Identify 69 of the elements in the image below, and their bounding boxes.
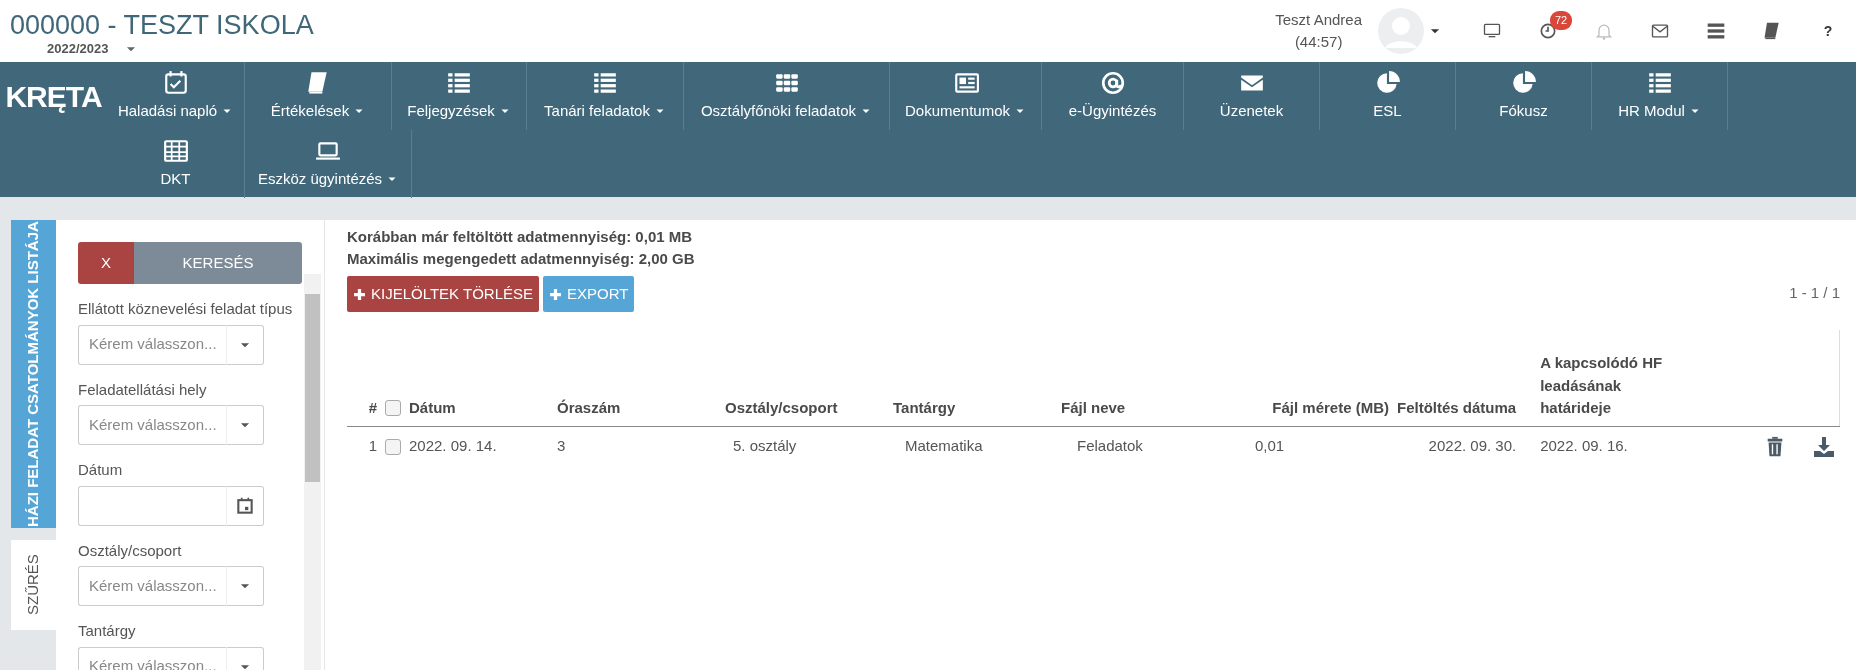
clear-button[interactable]: X [78,242,134,284]
nav-menu-item[interactable]: Haladási napló [107,62,245,130]
dropdown-button[interactable] [226,405,264,445]
column-header: Osztály/csoport [725,399,838,416]
column-header: Dátum [409,399,456,416]
select-field[interactable]: Kérem válasszon... [78,405,226,445]
dropdown-button[interactable] [226,566,264,606]
calendar-icon [235,495,255,516]
column-header: A kapcsolódó HF leadásának határideje [1540,354,1663,416]
help-icon[interactable]: ? [1823,20,1833,42]
table-cell: 3 [557,437,566,455]
select-all-checkbox[interactable] [385,400,401,417]
user-name: Teszt Andrea [1275,9,1362,30]
column-header: Fájl neve [1061,399,1126,416]
nav-menu-item[interactable]: e-Ügyintézés [1042,62,1184,130]
field-label: Tantárgy [78,621,137,641]
date-field[interactable] [78,485,226,526]
at-sign-icon [1099,69,1126,96]
nav-menu-item[interactable]: Értékelések [245,62,392,130]
table-cell: 2022. 09. 14. [409,437,497,455]
field-label: Feladatellátási hely [78,379,208,400]
pagination-info: 1 - 1 / 1 [1789,283,1840,303]
field-label: Ellátott köznevelési feladat típus [78,299,294,319]
column-header: Fájl mérete (MB) [1272,399,1389,416]
info-text: Maximális megengedett adatmennyiség: 2,00 GB [347,249,696,269]
nav-menu-item[interactable]: Üzenetek [1184,62,1320,130]
nav-menu-item[interactable]: Tanári feladatok [527,62,684,130]
school-title: 000000 - TESZT ISKOLA [9,9,315,39]
table-cell: 5. osztály [733,437,797,455]
nav-menu-item[interactable]: Fókusz [1456,62,1592,130]
calendar-check-icon [162,69,189,96]
select-field[interactable]: Kérem válasszon... [78,324,226,365]
pie-chart-icon [1374,69,1401,96]
table-cell: 2022. 09. 16. [1540,437,1628,455]
field-label: Dátum [78,460,124,480]
plus-icon [549,287,562,301]
date-picker-button[interactable] [226,485,264,526]
nav-menu-item[interactable]: Osztályfőnöki feladatok [684,62,890,130]
table-cell: Matematika [905,437,983,455]
nav-menu-item[interactable]: ESL [1320,62,1456,130]
nav-menu-item[interactable]: Dokumentumok [890,62,1042,130]
table-cell-text: 1 [368,436,377,457]
nav-menu-item[interactable]: HR Modul [1592,62,1728,130]
field-label: Osztály/csoport [78,540,183,561]
notification-badge: 72 [1550,11,1573,30]
nav-menu-item[interactable]: Feljegyzések [392,62,527,130]
pie-chart-icon [1510,69,1537,96]
server-icon[interactable] [1706,21,1726,41]
download-icon[interactable] [1811,434,1836,459]
row-checkbox[interactable] [385,438,401,455]
kreta-logo[interactable]: KRĘTA [0,62,107,130]
info-text: Korábban már feltöltött adatmennyiség: 0,01 MB [347,227,694,247]
session-timer: (44:57) [1293,32,1344,52]
search-button[interactable]: KERESÉS [134,242,302,284]
side-tab[interactable]: SZŰRÉS [11,540,56,630]
column-header: Tantárgy [893,399,956,416]
column-header: Feltöltés dátuma [1397,399,1517,416]
table-cell: Feladatok [1077,437,1143,455]
column-header: Óraszám [557,399,621,416]
table-cell: 2022. 09. 30. [1428,437,1517,455]
table-icon [162,137,189,164]
dropdown-button[interactable] [226,324,264,365]
select-field[interactable]: Kérem válasszon... [78,566,226,606]
column-header: # [368,398,377,418]
table-cell: 0,01 [1255,437,1285,455]
delete-selected-button[interactable]: KIJELÖLTEK TÖRLÉSE [347,276,539,312]
plus-icon [353,287,366,301]
school-year-selector[interactable]: 2022/2023 [47,39,109,59]
scrollbar[interactable] [304,274,321,670]
